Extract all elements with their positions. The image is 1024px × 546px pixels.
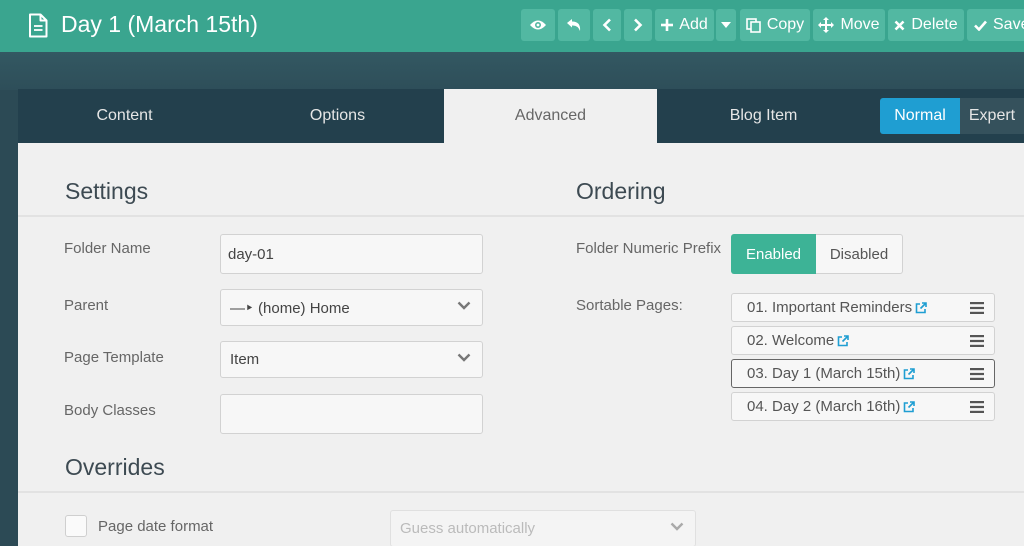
sortable-page-title: 01. Important Reminders	[747, 299, 913, 316]
prefix-disabled-toggle[interactable]: Disabled	[816, 234, 903, 274]
header-shadow-band	[0, 52, 1024, 90]
previous-page-button[interactable]	[593, 9, 621, 41]
add-button[interactable]: Add	[655, 9, 714, 41]
external-link-icon[interactable]	[837, 334, 850, 347]
external-link-icon[interactable]	[903, 367, 916, 380]
document-icon	[29, 13, 48, 38]
section-divider	[18, 491, 1024, 493]
plus-icon	[661, 19, 674, 31]
move-button[interactable]: Move	[813, 9, 885, 41]
sortable-page-title: 03. Day 1 (March 15th)	[747, 365, 901, 382]
page-title: Day 1 (March 15th)	[61, 11, 258, 37]
body-classes-label: Body Classes	[64, 402, 156, 419]
prefix-enabled-toggle[interactable]: Enabled	[731, 234, 816, 274]
undo-icon	[567, 19, 581, 31]
tab-options[interactable]: Options	[231, 89, 444, 143]
tab-advanced[interactable]: Advanced	[444, 89, 657, 143]
section-divider	[18, 215, 1024, 217]
tab-content[interactable]: Content	[18, 89, 231, 143]
chevron-down-icon	[670, 522, 684, 531]
chevron-down-icon	[457, 353, 471, 362]
tab-blog-item[interactable]: Blog Item	[657, 89, 870, 143]
page-date-format-checkbox[interactable]	[65, 515, 87, 537]
folder-name-input[interactable]: day-01	[220, 234, 483, 274]
overrides-heading: Overrides	[65, 454, 165, 480]
folder-numeric-prefix-label: Folder Numeric Prefix	[576, 240, 722, 257]
preview-button[interactable]	[521, 9, 555, 41]
drag-handle-icon[interactable]	[970, 401, 984, 413]
drag-handle-icon[interactable]	[970, 302, 984, 314]
chevron-left-icon	[602, 18, 611, 32]
save-button[interactable]: Save	[967, 9, 1024, 41]
page-template-select[interactable]: Item	[220, 341, 483, 378]
parent-label: Parent	[64, 297, 109, 314]
sortable-page-item[interactable]: 04. Day 2 (March 16th)	[731, 392, 995, 421]
settings-heading: Settings	[65, 178, 149, 204]
save-button-label: Save	[993, 16, 1024, 33]
mode-normal-button[interactable]: Normal	[880, 98, 960, 134]
delete-button-label: Delete	[911, 16, 958, 33]
page-date-format-label: Page date format	[98, 518, 214, 535]
drag-handle-icon[interactable]	[970, 335, 984, 347]
add-dropdown-button[interactable]	[716, 9, 736, 41]
close-icon	[894, 20, 905, 30]
folder-name-value: day-01	[228, 245, 274, 263]
body-classes-input[interactable]	[220, 394, 483, 434]
external-link-icon[interactable]	[915, 301, 927, 314]
next-page-button[interactable]	[624, 9, 652, 41]
delete-button[interactable]: Delete	[888, 9, 964, 41]
ordering-heading: Ordering	[576, 178, 666, 204]
page-template-label: Page Template	[64, 349, 164, 366]
editor-panel: Content Options Advanced Blog Item Norma…	[18, 89, 1024, 546]
sortable-page-item[interactable]: 02. Welcome	[731, 326, 995, 355]
sortable-page-item[interactable]: 01. Important Reminders	[731, 293, 995, 322]
copy-button-label: Copy	[766, 16, 805, 33]
page-date-format-value: Guess automatically	[400, 520, 536, 537]
tab-bar: Content Options Advanced Blog Item Norma…	[18, 89, 1024, 143]
page-template-value: Item	[230, 351, 260, 368]
parent-select[interactable]: —‣ (home) Home	[220, 289, 483, 326]
header-bar: Day 1 (March 15th) Add Copy Move Delete …	[0, 0, 1024, 52]
eye-icon	[530, 20, 546, 30]
parent-select-value: —‣ (home) Home	[230, 299, 350, 317]
drag-handle-icon[interactable]	[970, 368, 984, 380]
chevron-down-icon	[457, 301, 471, 310]
move-arrows-icon	[818, 17, 835, 33]
revert-button[interactable]	[558, 9, 590, 41]
external-link-icon[interactable]	[903, 400, 916, 413]
sortable-pages-label: Sortable Pages:	[576, 297, 683, 314]
page-date-format-select[interactable]: Guess automatically	[390, 510, 696, 546]
check-icon	[974, 20, 987, 31]
add-button-label: Add	[679, 16, 708, 33]
copy-icon	[746, 17, 761, 33]
chevron-right-icon	[634, 18, 643, 32]
caret-down-icon	[721, 22, 731, 28]
sortable-page-title: 04. Day 2 (March 16th)	[747, 398, 901, 415]
move-button-label: Move	[840, 16, 880, 33]
mode-expert-button[interactable]: Expert	[960, 98, 1024, 134]
sortable-page-title: 02. Welcome	[747, 332, 835, 349]
sortable-page-item-current[interactable]: 03. Day 1 (March 15th)	[731, 359, 995, 388]
copy-button[interactable]: Copy	[740, 9, 810, 41]
folder-name-label: Folder Name	[64, 240, 151, 257]
